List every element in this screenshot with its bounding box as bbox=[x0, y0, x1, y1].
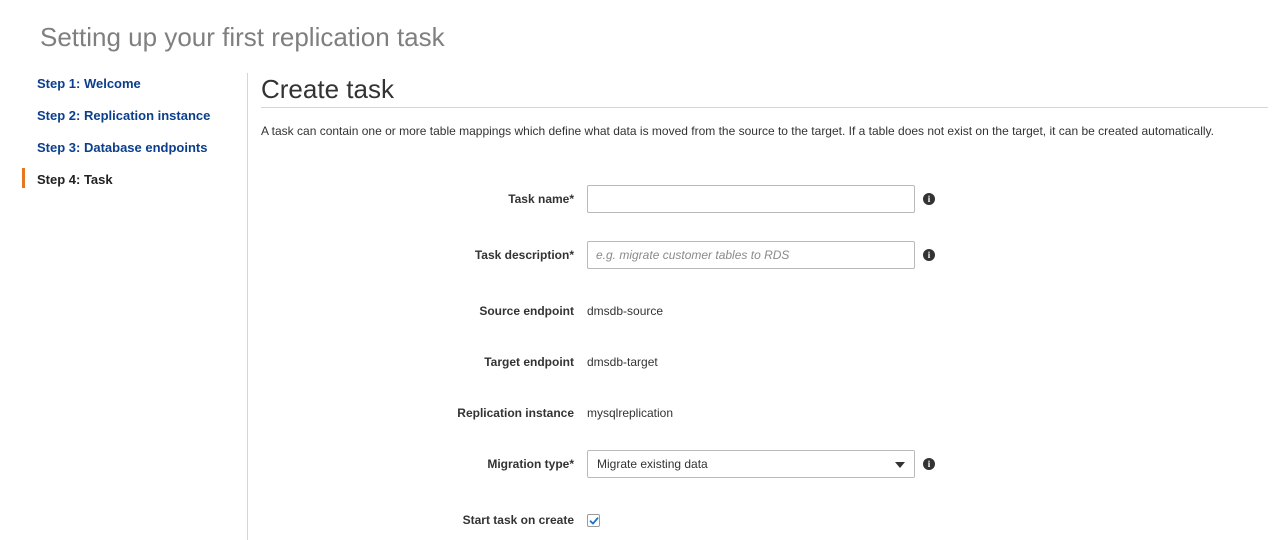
checkmark-icon bbox=[589, 516, 599, 524]
task-description-input[interactable] bbox=[587, 241, 915, 269]
step-task-current[interactable]: Step 4: Task bbox=[22, 168, 242, 200]
source-endpoint-row: Source endpoint dmsdb-source bbox=[400, 296, 960, 326]
migration-type-row: Migration type* Migrate existing data i bbox=[400, 449, 960, 479]
section-description: A task can contain one or more table map… bbox=[261, 124, 1214, 138]
step-welcome-link[interactable]: Step 1: Welcome bbox=[22, 72, 242, 104]
sidebar-divider bbox=[247, 73, 248, 540]
replication-instance-value: mysqlreplication bbox=[587, 406, 674, 420]
source-endpoint-value: dmsdb-source bbox=[587, 304, 664, 318]
target-endpoint-row: Target endpoint dmsdb-target bbox=[400, 347, 960, 377]
section-heading: Create task bbox=[261, 74, 394, 104]
info-icon[interactable]: i bbox=[923, 458, 935, 470]
target-endpoint-value: dmsdb-target bbox=[587, 355, 658, 369]
step-database-endpoints-link[interactable]: Step 3: Database endpoints bbox=[22, 136, 242, 168]
target-endpoint-label: Target endpoint bbox=[484, 355, 574, 369]
replication-instance-row: Replication instance mysqlreplication bbox=[400, 398, 960, 428]
task-name-input[interactable] bbox=[587, 185, 915, 213]
migration-type-label: Migration type* bbox=[487, 457, 574, 471]
caret-down-icon bbox=[895, 462, 905, 468]
replication-instance-label: Replication instance bbox=[457, 406, 574, 420]
task-description-label: Task description* bbox=[474, 248, 574, 262]
heading-divider bbox=[261, 107, 1268, 108]
task-name-label: Task name* bbox=[508, 192, 574, 206]
info-icon[interactable]: i bbox=[923, 193, 935, 205]
step-replication-instance-link[interactable]: Step 2: Replication instance bbox=[22, 104, 242, 136]
task-description-row: Task description* i bbox=[400, 240, 960, 270]
start-task-checkbox[interactable] bbox=[587, 513, 600, 527]
info-icon[interactable]: i bbox=[923, 249, 935, 261]
migration-type-select[interactable]: Migrate existing data bbox=[587, 450, 915, 478]
start-task-row: Start task on create bbox=[400, 505, 960, 535]
migration-type-selected-value: Migrate existing data bbox=[597, 457, 708, 471]
start-task-label: Start task on create bbox=[462, 513, 574, 527]
wizard-steps-nav: Step 1: Welcome Step 2: Replication inst… bbox=[22, 72, 242, 200]
task-name-row: Task name* i bbox=[400, 184, 960, 214]
page-title: Setting up your first replication task bbox=[40, 22, 445, 52]
source-endpoint-label: Source endpoint bbox=[479, 304, 574, 318]
